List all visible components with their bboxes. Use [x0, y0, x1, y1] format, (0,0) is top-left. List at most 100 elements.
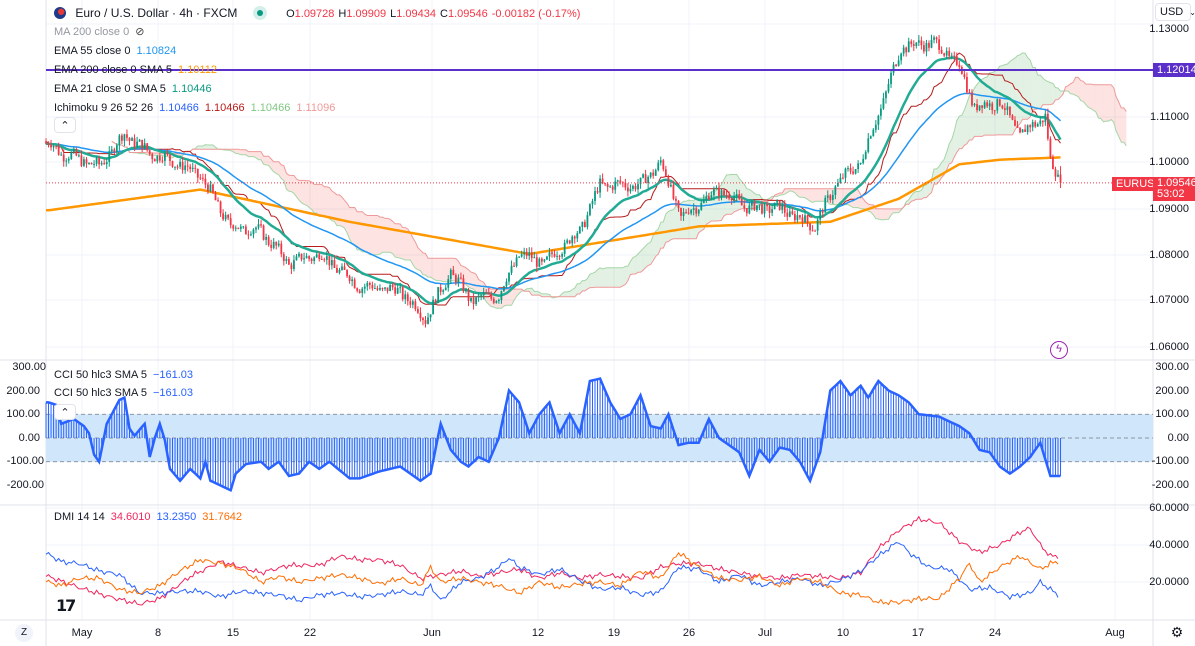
- candle-body: [998, 99, 1001, 106]
- candle-body: [1019, 127, 1021, 133]
- eye-hidden-icon[interactable]: ⊘: [135, 26, 144, 38]
- candle-body: [201, 177, 204, 179]
- ichimoku-cloud-segment: [640, 248, 644, 273]
- last-price-tag: 1.09546 53:02: [1153, 177, 1195, 201]
- candle-body: [204, 178, 207, 185]
- candle-body: [811, 230, 814, 232]
- candle-body: [194, 167, 197, 169]
- candle-body: [882, 98, 885, 109]
- candle-body: [346, 269, 348, 277]
- candle-body: [444, 287, 447, 291]
- cci-left-tick: 300.00: [12, 361, 46, 373]
- candle-body: [477, 295, 480, 298]
- ma200-legend[interactable]: MA 200 close 0 ⊘: [54, 25, 150, 38]
- candle-body: [1024, 129, 1027, 132]
- candle-body: [429, 314, 432, 318]
- zoom-button[interactable]: Z: [15, 624, 33, 642]
- symbol-legend[interactable]: Euro / U.S. Dollar · 4h · FXCM O1.09728 H…: [54, 6, 590, 20]
- cci2-legend[interactable]: CCI 50 hlc3 SMA 5 −161.03: [54, 387, 199, 399]
- tradingview-logo[interactable]: 17: [56, 596, 76, 615]
- candle-body: [905, 47, 908, 53]
- ichimoku-cloud-segment: [339, 194, 343, 227]
- candle-body: [842, 177, 844, 179]
- candle-body: [363, 286, 366, 289]
- dmi-legend[interactable]: DMI 14 14 34.6010 13.2350 31.7642: [54, 511, 248, 523]
- candle-body: [270, 244, 273, 248]
- candle-body: [758, 204, 761, 206]
- candle-body: [1016, 125, 1019, 128]
- candle-body: [799, 215, 801, 218]
- candle-body: [571, 236, 574, 244]
- candle-body: [928, 42, 930, 48]
- lightning-icon[interactable]: ϟ: [1050, 341, 1068, 359]
- candle-body: [513, 265, 515, 267]
- candle-body: [176, 166, 179, 168]
- ichimoku-cloud-segment: [324, 186, 327, 217]
- candle-body: [460, 277, 462, 279]
- candle-body: [677, 200, 680, 208]
- ichimoku-cloud-segment: [660, 221, 664, 249]
- time-label: May: [71, 627, 93, 639]
- ema55-legend[interactable]: EMA 55 close 0 1.10824: [54, 45, 182, 57]
- candle-body: [783, 205, 786, 213]
- candle-body: [272, 241, 275, 248]
- candle-body: [67, 158, 70, 161]
- candle-body: [196, 168, 199, 178]
- ichimoku-cloud-segment: [600, 267, 603, 288]
- ichimoku-cloud-segment: [878, 208, 881, 220]
- candle-body: [664, 169, 667, 176]
- candle-body: [1014, 119, 1016, 126]
- candle-body: [533, 257, 536, 259]
- candle-body: [718, 187, 720, 197]
- candle-body: [806, 215, 809, 224]
- candle-body: [95, 157, 98, 164]
- ema200-legend[interactable]: EMA 200 close 0 SMA 5 1.10112: [54, 64, 223, 76]
- ichimoku-cloud-segment: [893, 208, 897, 213]
- ichimoku-cloud-segment: [1025, 53, 1028, 120]
- collapse-cci-legend-button[interactable]: ⌃: [54, 404, 76, 420]
- candle-body: [191, 167, 194, 169]
- candle-body: [887, 84, 890, 92]
- candle-body: [110, 149, 113, 152]
- candle-body: [781, 205, 784, 210]
- ichimoku-legend[interactable]: Ichimoku 9 26 52 26 1.10466 1.10466 1.10466…: [54, 102, 341, 114]
- settings-gear-icon[interactable]: ⚙: [1168, 624, 1186, 642]
- candle-body: [943, 53, 946, 56]
- candle-body: [232, 225, 235, 229]
- collapse-legend-button[interactable]: ⌃: [54, 117, 76, 133]
- time-label: 19: [607, 627, 621, 639]
- currency-select[interactable]: USD ⌄: [1155, 3, 1195, 21]
- candle-body: [72, 149, 75, 153]
- chart-canvas[interactable]: [0, 0, 1195, 646]
- candle-body: [637, 184, 639, 190]
- candle-body: [447, 278, 450, 288]
- candle-body: [480, 295, 483, 297]
- candle-body: [907, 41, 910, 53]
- ichimoku-cloud-segment: [334, 192, 337, 226]
- cci1-legend[interactable]: CCI 50 hlc3 SMA 5 −161.03: [54, 369, 199, 381]
- candle-body: [624, 182, 627, 188]
- candle-body: [118, 135, 121, 146]
- symbol-title[interactable]: Euro / U.S. Dollar · 4h · FXCM: [75, 6, 237, 20]
- candle-body: [857, 163, 860, 170]
- candle-body: [627, 187, 629, 192]
- candle-body: [371, 284, 374, 289]
- candle-body: [685, 212, 687, 214]
- ichimoku-cloud-segment: [321, 184, 325, 217]
- ichimoku-cloud-segment: [956, 116, 960, 153]
- candle-body: [796, 215, 799, 221]
- ichimoku-cloud-segment: [400, 223, 403, 260]
- candle-body: [728, 195, 730, 199]
- candle-body: [88, 162, 90, 164]
- ichimoku-cloud-segment: [354, 207, 358, 250]
- candle-body: [750, 201, 753, 206]
- candle-body: [454, 275, 457, 283]
- ichimoku-cloud-segment: [362, 211, 365, 252]
- ichimoku-cloud-segment: [615, 267, 618, 288]
- candle-body: [551, 252, 553, 254]
- ema21-legend[interactable]: EMA 21 close 0 SMA 5 1.10446: [54, 83, 218, 95]
- candle-body: [391, 284, 394, 288]
- candle-body: [702, 199, 705, 203]
- ichimoku-cloud-segment: [387, 218, 391, 253]
- ichimoku-cloud-segment: [885, 208, 889, 220]
